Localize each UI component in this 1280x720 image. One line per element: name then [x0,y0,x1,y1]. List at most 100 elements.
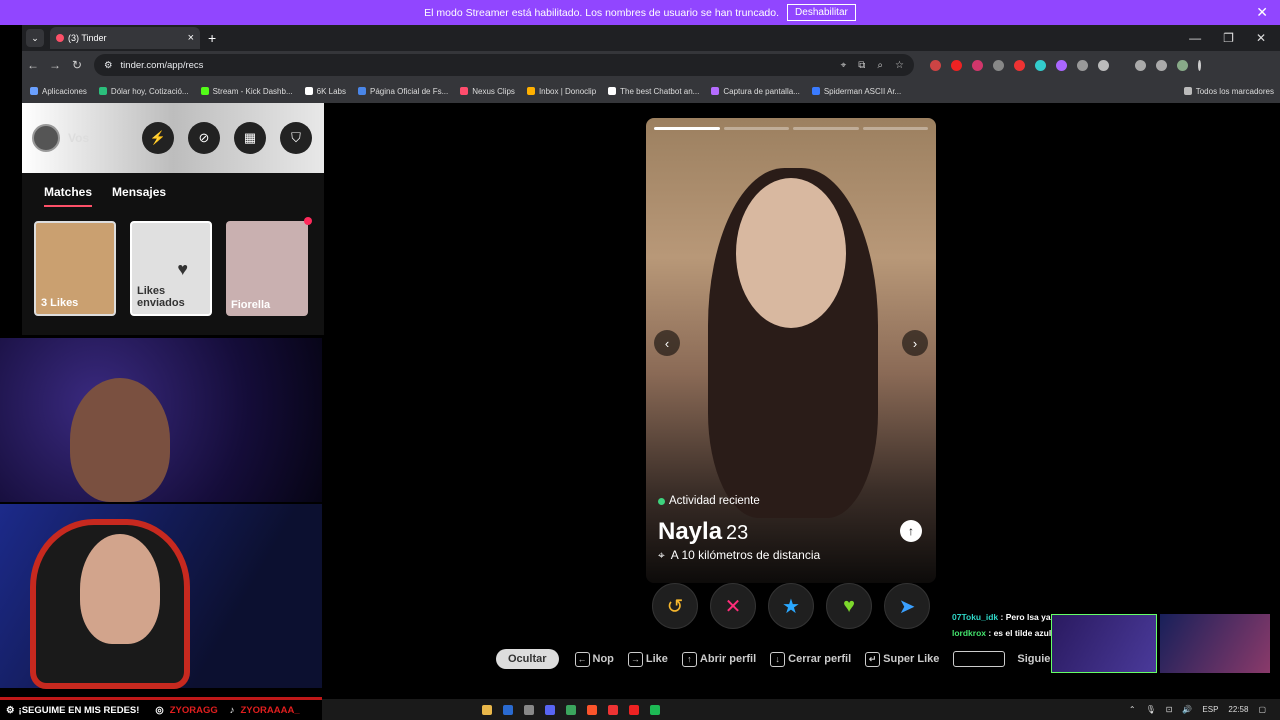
boost-icon[interactable]: ⚡ [142,122,174,154]
tab-matches[interactable]: Matches [44,185,93,207]
match-card-likes[interactable]: 3 Likes [34,221,116,316]
extension-icon[interactable] [1156,59,1167,71]
briefcase-icon[interactable]: ▦ [234,122,266,154]
photo-bar[interactable] [723,127,789,130]
photo-bar[interactable] [654,127,720,130]
next-photo-icon[interactable]: › [902,330,928,356]
bookmark-item[interactable]: Captura de pantalla... [711,87,800,96]
sidebar-tabs: Matches Mensajes [22,173,324,207]
boost-button[interactable]: ➤ [884,583,930,629]
webcam-top [0,338,322,502]
photo-bar[interactable] [862,127,928,130]
bookmark-favicon-icon [304,87,313,95]
folder-icon[interactable] [482,704,492,715]
nope-button[interactable]: ✕ [710,583,756,629]
streamer-person [80,534,160,644]
close-window-button[interactable]: ✕ [1256,31,1266,45]
close-icon[interactable]: ✕ [1256,4,1268,21]
hide-hints-button[interactable]: Ocultar [496,649,559,669]
address-bar[interactable]: ⚙ tinder.com/app/recs ⌖ ⧉ ⌕ ☆ [94,54,914,76]
location-icon[interactable]: ⌖ [841,60,847,71]
extension-icon[interactable] [1035,59,1046,71]
download-icon[interactable] [1135,59,1146,71]
spotify-icon[interactable] [650,704,660,715]
profile-age: 23 [726,522,749,544]
bookmark-item[interactable]: Página Oficial de Fs... [357,87,448,96]
social-label: ¡SEGUIME EN MIS REDES! [18,704,140,716]
like-button[interactable]: ♥ [826,583,872,629]
disable-streamer-button[interactable]: Deshabilitar [787,4,856,21]
notification-icon[interactable]: ▢ [1258,705,1266,714]
open-profile-icon[interactable]: ↑ [900,520,922,542]
match-card-fiorella[interactable]: Fiorella [226,217,312,316]
tab-search-icon[interactable]: ⌄ [26,29,44,47]
extension-icon[interactable] [972,59,983,71]
discord-icon[interactable] [545,704,555,715]
app-icon[interactable] [524,704,534,715]
avatar[interactable] [32,124,60,152]
steam-icon[interactable] [503,704,513,715]
bookmark-favicon-icon [711,87,720,95]
mic-icon[interactable]: 🎙 [1146,705,1156,714]
profile-avatar[interactable] [1177,59,1188,71]
clock[interactable]: 22:58 [1228,705,1248,714]
profile-card[interactable]: ‹ › Actividad reciente Nayla 23 ⌖ A 10 kil… [646,118,936,583]
extension-icon[interactable] [1014,59,1025,71]
swipe-actions: ↺ ✕ ★ ♥ ➤ [646,580,936,632]
volume-icon[interactable]: 🔊 [1182,705,1192,714]
brave-icon[interactable] [587,704,597,715]
app-icon[interactable] [608,704,618,715]
tab-tinder[interactable]: (3) Tinder × [50,27,200,49]
tab-close-icon[interactable]: × [188,32,194,44]
bookmark-item[interactable]: Dólar hoy, Cotizació... [98,87,189,96]
extension-icon[interactable] [951,59,962,71]
bookmark-item[interactable]: Aplicaciones [30,87,87,96]
hint-next: Siguie [1017,653,1051,665]
photo-bar[interactable] [793,127,859,130]
bookmark-item[interactable]: Stream - Kick Dashb... [200,87,293,96]
new-tab-button[interactable]: + [208,30,216,46]
extension-icon[interactable] [1056,59,1067,71]
profile-name: Nayla 23 [658,518,749,545]
shield-icon[interactable]: ⛉ [280,122,312,154]
tray-chevron-icon[interactable]: ⌃ [1129,705,1136,714]
all-bookmarks[interactable]: Todos los marcadores [1183,87,1274,96]
match-card-likes-sent[interactable]: ♥ Likes enviados [130,221,212,316]
bookmark-item[interactable]: Spiderman ASCII Ar... [811,87,901,96]
puzzle-icon[interactable] [1098,59,1109,71]
minimize-button[interactable]: — [1189,31,1201,45]
install-icon[interactable]: ⧉ [858,60,865,71]
bookmark-star-icon[interactable]: ☆ [895,60,904,71]
extension-icon[interactable] [993,59,1004,71]
back-icon[interactable]: ← [22,58,44,72]
bookmark-item[interactable]: Inbox | Donoclip [526,87,596,96]
network-icon[interactable]: ⊡ [1166,705,1173,714]
left-arrow-key-icon: ← [574,651,590,667]
browser-chrome: ⌄ (3) Tinder × + — ❐ ✕ ← → ↻ ⚙ tinder.co… [22,25,1280,103]
language-indicator[interactable]: ESP [1202,705,1218,714]
extension-icon[interactable] [930,59,941,71]
chrome-icon[interactable] [566,704,576,715]
zoom-icon[interactable]: ⌕ [877,60,883,71]
explore-icon[interactable]: ⊘ [188,122,220,154]
prev-photo-icon[interactable]: ‹ [654,330,680,356]
site-info-icon[interactable]: ⚙ [104,60,113,71]
app-icon[interactable] [629,704,639,715]
reload-icon[interactable]: ↻ [66,58,88,72]
hint-like: → Like [627,651,668,667]
tinder-sidebar: Vos ⚡ ⊘ ▦ ⛉ Matches Mensajes 3 Likes ♥ L… [22,103,324,335]
tab-messages[interactable]: Mensajes [112,185,166,207]
user-label[interactable]: Vos [68,131,89,145]
menu-icon[interactable] [1198,59,1201,71]
bookmark-item[interactable]: The best Chatbot an... [608,87,699,96]
bookmark-item[interactable]: 6K Labs [304,87,346,96]
bookmark-item[interactable]: Nexus Clips [460,87,515,96]
extension-icon[interactable] [1077,59,1088,71]
mini-webcam-1 [1051,614,1157,673]
instagram-icon: ◎ [155,704,164,716]
maximize-button[interactable]: ❐ [1223,31,1234,45]
extensions [930,59,1201,71]
rewind-button[interactable]: ↺ [652,583,698,629]
super-like-button[interactable]: ★ [768,583,814,629]
forward-icon[interactable]: → [44,58,66,72]
